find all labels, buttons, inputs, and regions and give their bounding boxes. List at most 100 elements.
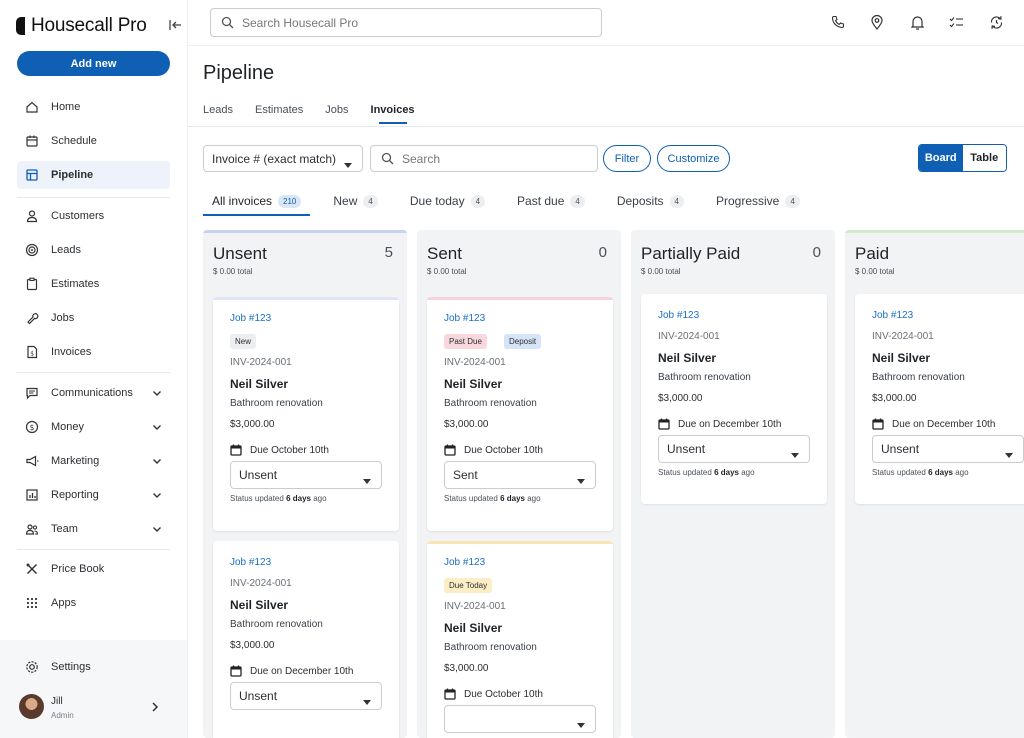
subtab-progressive[interactable]: Progressive 4 [707, 194, 809, 216]
count-badge: 210 [278, 194, 302, 208]
sidebar-item-jobs[interactable]: Jobs [17, 304, 170, 332]
sidebar-divider [17, 549, 170, 550]
status-updated-note: Status updated 6 days ago [872, 468, 969, 477]
megaphone-icon [24, 453, 40, 469]
calendar-icon [230, 665, 242, 677]
job-link[interactable]: Job #123 [230, 557, 271, 568]
chevron-down-icon[interactable] [152, 524, 162, 536]
search-icon [381, 152, 394, 165]
column-total: $ 0.00 total [427, 267, 467, 276]
logo[interactable]: Housecall Pro [16, 14, 184, 38]
invoice-search-input[interactable] [402, 151, 582, 166]
job-link[interactable]: Job #123 [658, 310, 699, 321]
global-search-input[interactable] [242, 15, 582, 30]
customer-name: Neil Silver [230, 598, 289, 612]
subtab-label: All invoices [212, 194, 273, 208]
invoice-card[interactable]: Job #123 INV-2024-001 Neil Silver Bathroom … [855, 294, 1024, 504]
invoice-amount: $3,000.00 [230, 419, 275, 430]
chevron-right-icon[interactable] [150, 700, 160, 718]
sidebar-item-customers[interactable]: Customers [17, 202, 170, 230]
invoice-card[interactable]: Job #123 Due Today INV-2024-001 Neil Silver… [427, 541, 613, 738]
sidebar-item-price-book[interactable]: Price Book [17, 555, 170, 583]
job-link[interactable]: Job #123 [444, 557, 485, 568]
sidebar-item-reporting[interactable]: Reporting [17, 481, 170, 509]
sidebar-item-schedule[interactable]: Schedule [17, 127, 170, 155]
status-select[interactable]: Unsent [230, 461, 382, 489]
caret-down-icon [363, 473, 371, 487]
invoice-card[interactable]: Job #123 Past Due Deposit INV-2024-001 Neil … [427, 297, 613, 531]
sidebar-item-team[interactable]: Team [17, 515, 170, 543]
tab-leads[interactable]: Leads [203, 104, 233, 124]
invoice-number: INV-2024-001 [230, 357, 292, 368]
subtab-deposits[interactable]: Deposits 4 [608, 194, 693, 216]
invoice-card[interactable]: Job #123 INV-2024-001 Neil Silver Bathroom … [213, 541, 399, 738]
column-paid: Paid $ 0.00 total Job #123 INV-2024-001 Neil… [845, 230, 1024, 738]
chevron-down-icon[interactable] [152, 490, 162, 502]
chevron-down-icon[interactable] [152, 422, 162, 434]
due-date: Due October 10th [444, 444, 543, 456]
chat-icon [24, 385, 40, 401]
job-link[interactable]: Job #123 [872, 310, 913, 321]
subtab-all-invoices[interactable]: All invoices 210 [203, 194, 311, 216]
chevron-down-icon[interactable] [152, 456, 162, 468]
status-select[interactable]: Sent [444, 461, 596, 489]
status-select-value: Unsent [239, 689, 278, 703]
bell-icon[interactable] [909, 14, 925, 30]
sidebar-item-marketing[interactable]: Marketing [17, 447, 170, 475]
customize-button[interactable]: Customize [657, 145, 730, 172]
subtab-past-due[interactable]: Past due 4 [508, 194, 594, 216]
status-select[interactable]: Unsent [872, 435, 1024, 463]
global-search[interactable] [210, 8, 602, 37]
avatar[interactable] [19, 694, 44, 719]
sidebar-item-pipeline[interactable]: Pipeline [17, 161, 170, 189]
page-title: Pipeline [203, 62, 275, 84]
sidebar-item-money[interactable]: $ Money [17, 413, 170, 441]
checklist-icon[interactable] [948, 14, 964, 30]
invoice-number: INV-2024-001 [444, 357, 506, 368]
phone-icon[interactable] [830, 14, 846, 30]
sync-icon[interactable] [988, 14, 1004, 30]
job-link[interactable]: Job #123 [230, 313, 271, 324]
invoice-card[interactable]: Job #123 INV-2024-001 Neil Silver Bathroom … [641, 294, 827, 504]
tab-estimates[interactable]: Estimates [255, 104, 303, 124]
search-icon [221, 16, 234, 29]
caret-down-icon [791, 447, 799, 461]
sidebar-item-apps[interactable]: Apps [17, 589, 170, 617]
tab-invoices[interactable]: Invoices [371, 104, 415, 124]
sidebar-item-estimates[interactable]: Estimates [17, 270, 170, 298]
svg-text:$: $ [30, 351, 34, 358]
caret-down-icon [363, 694, 371, 708]
status-updated-prefix: Status updated [230, 494, 284, 503]
tab-jobs[interactable]: Jobs [325, 104, 348, 124]
chart-icon [24, 487, 40, 503]
sidebar-item-leads[interactable]: Leads [17, 236, 170, 264]
invoice-card[interactable]: Job #123 New INV-2024-001 Neil Silver Bathro… [213, 297, 399, 531]
job-link[interactable]: Job #123 [444, 313, 485, 324]
table-view-button[interactable]: Table [962, 145, 1006, 171]
due-date-text: Due October 10th [464, 444, 543, 456]
status-select[interactable]: Unsent [658, 435, 810, 463]
sidebar-item-home[interactable]: Home [17, 93, 170, 121]
invoice-amount: $3,000.00 [444, 663, 489, 674]
sidebar-item-label: Jobs [51, 312, 75, 324]
search-field-select[interactable]: Invoice # (exact match) [203, 145, 363, 172]
board-view-button[interactable]: Board [919, 145, 963, 171]
subtab-new[interactable]: New 4 [324, 194, 386, 216]
due-date: Due on December 10th [230, 665, 353, 677]
status-select[interactable] [444, 705, 596, 733]
job-description: Bathroom renovation [230, 619, 323, 630]
wrench-icon [24, 310, 40, 326]
job-description: Bathroom renovation [444, 642, 537, 653]
chevron-down-icon[interactable] [152, 388, 162, 400]
status-select[interactable]: Unsent [230, 682, 382, 710]
sidebar-item-communications[interactable]: Communications [17, 379, 170, 407]
invoice-search[interactable] [370, 145, 598, 172]
location-pin-icon[interactable] [869, 14, 885, 30]
add-new-button[interactable]: Add new [17, 51, 170, 76]
sidebar-item-invoices[interactable]: $ Invoices [17, 338, 170, 366]
subtab-due-today[interactable]: Due today 4 [401, 194, 494, 216]
sidebar-item-settings[interactable]: Settings [17, 653, 170, 681]
collapse-sidebar-icon[interactable] [168, 18, 182, 36]
status-updated-prefix: Status updated [444, 494, 498, 503]
filter-button[interactable]: Filter [603, 145, 651, 172]
